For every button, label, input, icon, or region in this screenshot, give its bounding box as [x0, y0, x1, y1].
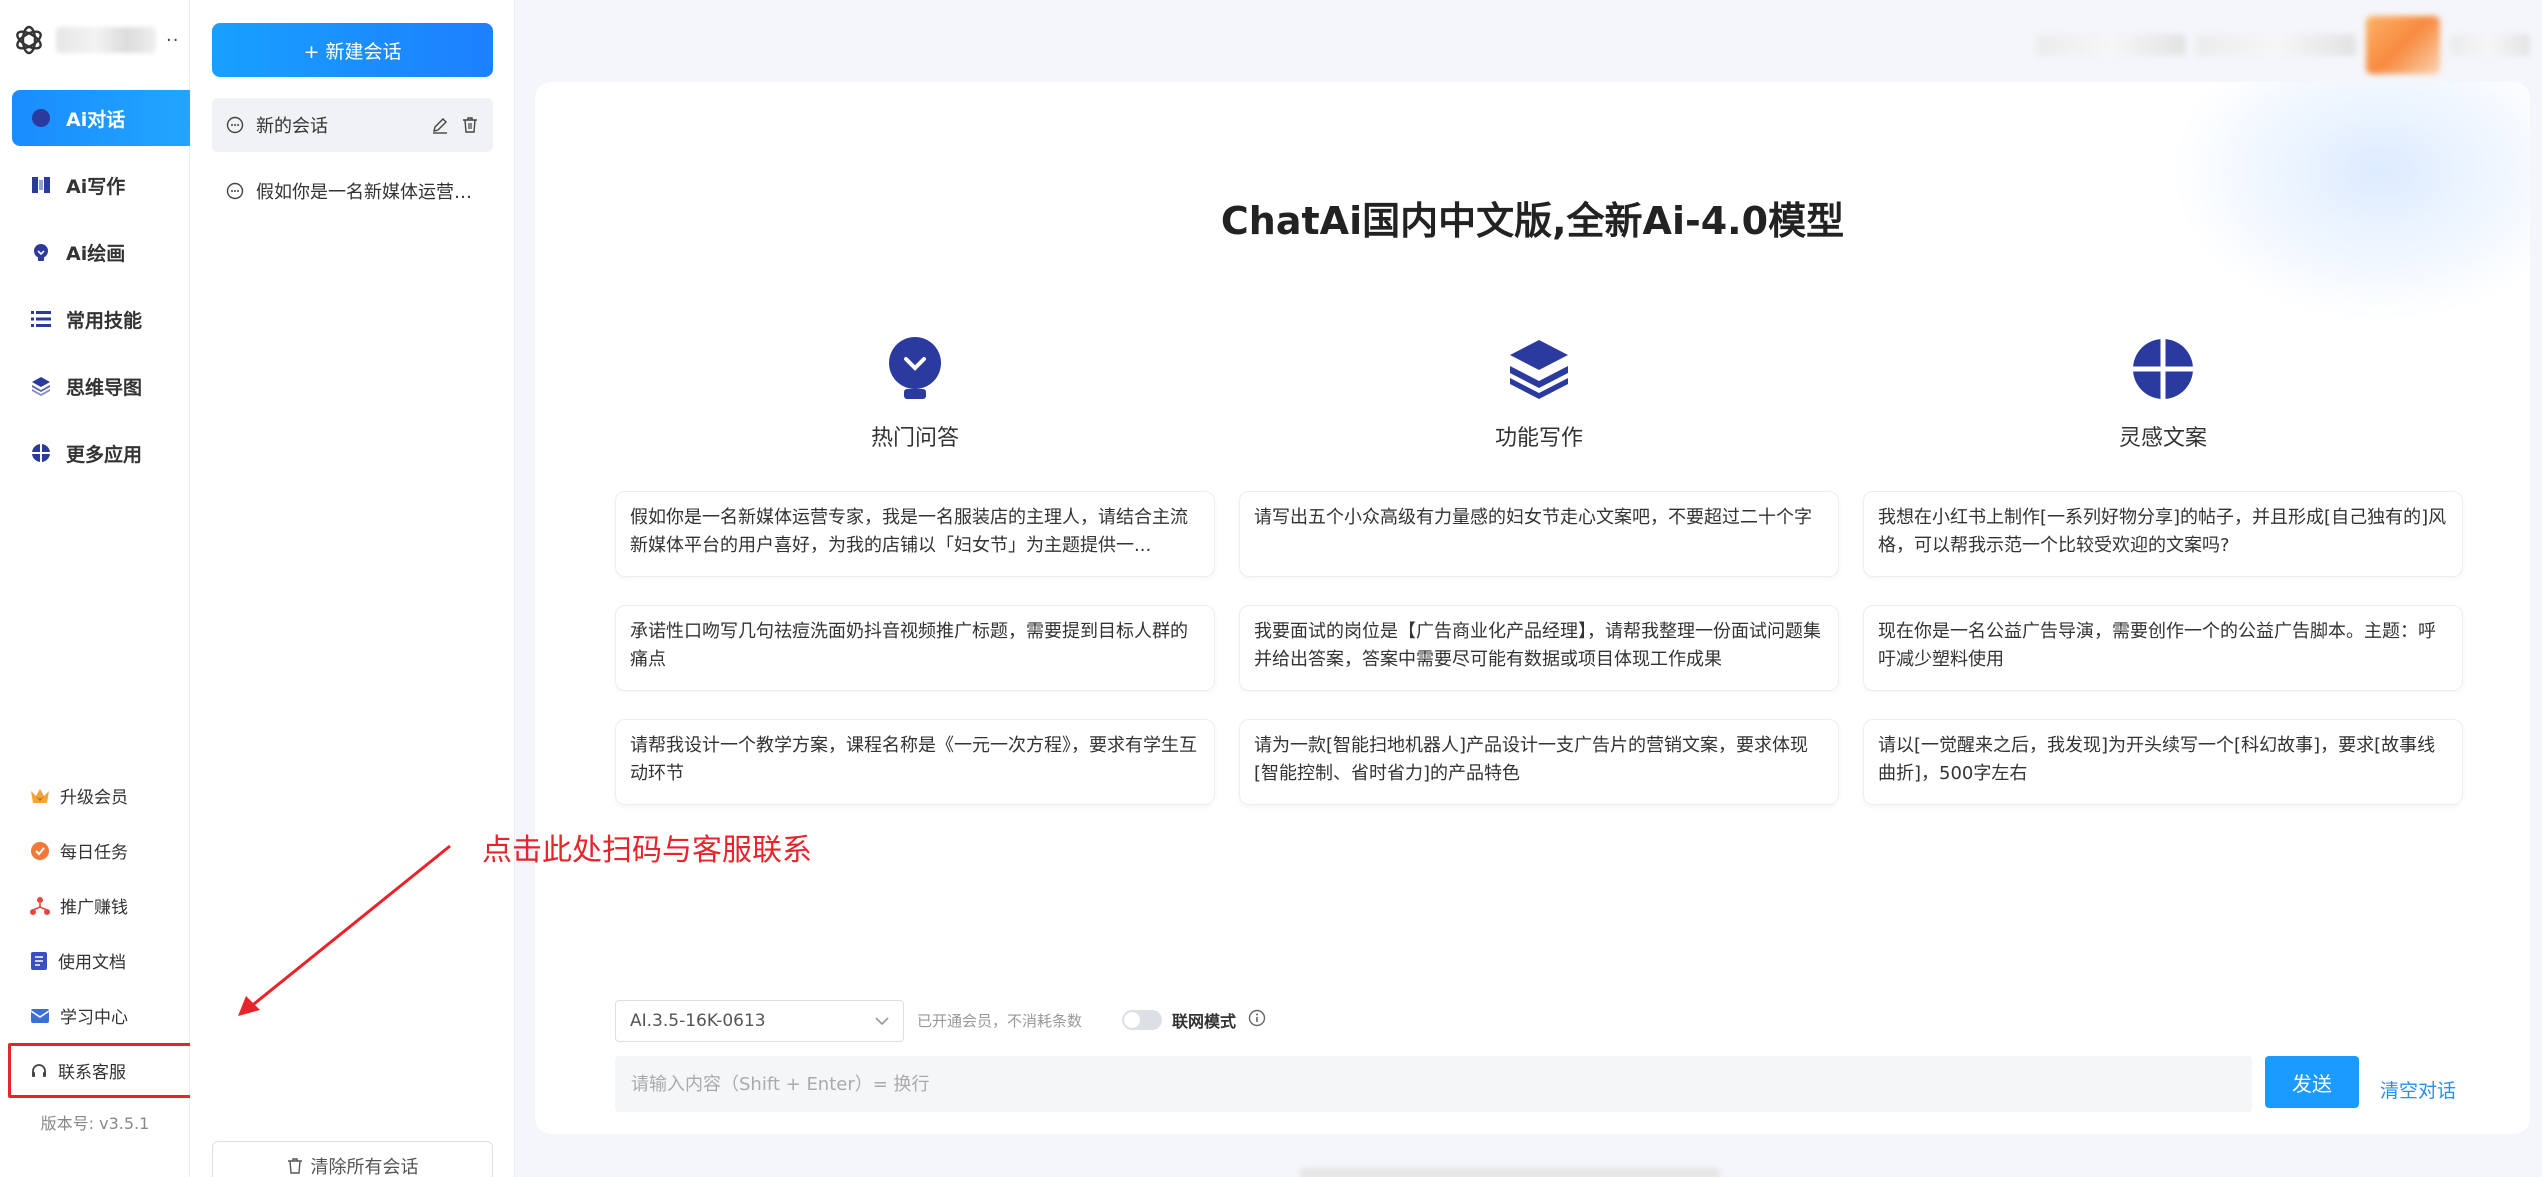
brand-name-blurred [56, 27, 156, 53]
user-area-blurred[interactable] [2036, 16, 2530, 74]
nav-learning-center[interactable]: 学习中心 [8, 988, 188, 1043]
prompt-card[interactable]: 我要面试的岗位是【广告商业化产品经理】，请帮我整理一份面试问题集并给出答案，答案… [1239, 605, 1839, 691]
nav-referral[interactable]: 推广赚钱 [8, 878, 188, 933]
column-inspiration-copy: 灵感文案 [1863, 338, 2463, 452]
column-header: 功能写作 [1239, 338, 1839, 452]
nav-item-ai-drawing[interactable]: Ai绘画 [12, 224, 220, 280]
nav-bottom-label: 升级会员 [60, 788, 128, 808]
column-header: 热门问答 [615, 337, 1215, 452]
nav-item-label: Ai写作 [66, 175, 126, 198]
chat-bubble-icon [226, 182, 244, 200]
more-icon[interactable]: ·· [166, 30, 179, 51]
session-item[interactable]: 新的会话 [212, 98, 493, 152]
edit-icon[interactable] [431, 116, 449, 134]
layers-icon [30, 375, 52, 397]
nav-bottom-list: 升级会员 每日任务 推广赚钱 使用文档 学习中心 联系客服 [8, 768, 193, 1098]
member-note: 已开通会员，不消耗条数 [917, 1012, 1083, 1030]
net-mode-label: 联网模式 [1172, 1012, 1237, 1031]
brand[interactable]: ·· [12, 20, 179, 60]
nav-item-ai-writing[interactable]: Ai写作 [12, 157, 220, 213]
model-select-value: AI.3.5-16K-0613 [630, 1011, 766, 1031]
crown-icon [31, 788, 49, 803]
blurred-info [2036, 34, 2186, 56]
trash-icon [287, 1158, 302, 1174]
layers-icon [1508, 338, 1570, 400]
net-mode-toggle[interactable] [1122, 1010, 1162, 1030]
column-heading: 热门问答 [870, 426, 959, 451]
nav-list: Ai对话 Ai写作 Ai绘画 常用技能 思维导图 更多应用 [12, 90, 220, 492]
model-select[interactable]: AI.3.5-16K-0613 [615, 1000, 904, 1042]
nav-bottom-label: 推广赚钱 [60, 898, 128, 918]
list-icon [30, 308, 52, 330]
info-icon[interactable] [1248, 1009, 1266, 1027]
column-heading: 功能写作 [1494, 426, 1583, 451]
lightbulb-icon [884, 337, 946, 400]
nav-docs[interactable]: 使用文档 [8, 933, 188, 988]
globe-icon [2132, 338, 2194, 400]
chat-bubble-icon [226, 116, 244, 134]
logo-icon [16, 25, 42, 55]
nav-bottom-label: 每日任务 [60, 843, 128, 863]
prompt-card[interactable]: 假如你是一名新媒体运营专家，我是一名服装店的主理人，请结合主流新媒体平台的用户喜… [615, 491, 1215, 577]
prompt-card[interactable]: 请为一款[智能扫地机器人]产品设计一支广告片的营销文案，要求体现[智能控制、省时… [1239, 719, 1839, 805]
nav-daily-task[interactable]: 每日任务 [8, 823, 188, 878]
task-badge-icon [31, 841, 49, 860]
nav-item-label: Ai绘画 [66, 242, 126, 265]
clear-all-label: 清除所有会话 [310, 1157, 419, 1177]
nav-upgrade-member[interactable]: 升级会员 [8, 768, 188, 823]
chat-input[interactable] [615, 1056, 2252, 1112]
nav-item-more-apps[interactable]: 更多应用 [12, 425, 220, 481]
avatar[interactable] [2366, 16, 2440, 74]
nav-item-label: Ai对话 [66, 108, 126, 131]
nav-item-label: 更多应用 [66, 443, 143, 466]
new-session-button[interactable]: + 新建会话 [212, 23, 493, 77]
main-panel: ChatAi国内中文版,全新Ai-4.0模型 热门问答 假如你是一名新媒体运营专… [535, 82, 2530, 1134]
clear-all-sessions-button[interactable]: 清除所有会话 [212, 1141, 493, 1177]
column-header: 灵感文案 [1863, 338, 2463, 452]
column-function-writing: 功能写作 [1239, 338, 1839, 452]
session-title: 假如你是一名新媒体运营专家，我是一名服装店的主理人 [256, 182, 493, 203]
nav-item-label: 思维导图 [66, 376, 143, 399]
document-icon [31, 951, 47, 970]
mail-icon [30, 1008, 50, 1023]
blurred-info [2196, 34, 2356, 56]
nav-item-mindmap[interactable]: 思维导图 [12, 358, 220, 414]
delete-icon[interactable] [461, 116, 479, 134]
prompt-card[interactable]: 请以[一觉醒来之后，我发现]为开头续写一个[科幻故事]，要求[故事线曲折]，50… [1863, 719, 2463, 805]
chevron-down-icon [875, 1017, 889, 1026]
page-title: ChatAi国内中文版,全新Ai-4.0模型 [1220, 199, 1845, 243]
session-item[interactable]: 假如你是一名新媒体运营专家，我是一名服装店的主理人 [212, 164, 493, 218]
network-icon [30, 896, 50, 915]
left-nav: ·· Ai对话 Ai写作 Ai绘画 常用技能 思维导图 更多应用 升级会员 每日… [0, 0, 220, 1177]
prompt-card[interactable]: 请帮我设计一个教学方案，课程名称是《一元一次方程》，要求有学生互动环节 [615, 719, 1215, 805]
nav-item-ai-chat[interactable]: Ai对话 [12, 90, 220, 146]
prompt-card[interactable]: 我想在小红书上制作[一系列好物分享]的帖子，并且形成[自己独有的]风格，可以帮我… [1863, 491, 2463, 577]
headset-icon [32, 1063, 46, 1077]
nav-item-label: 常用技能 [66, 309, 143, 332]
lightbulb-icon [30, 241, 52, 263]
version-label: 版本号: v3.5.1 [40, 1114, 150, 1133]
send-button[interactable]: 发送 [2265, 1056, 2359, 1108]
nav-item-skills[interactable]: 常用技能 [12, 291, 220, 347]
column-hot-qa: 热门问答 [615, 337, 1215, 452]
blurred-username [2450, 34, 2530, 56]
nav-bottom-label: 联系客服 [58, 1063, 126, 1083]
column-heading: 灵感文案 [2118, 426, 2207, 451]
annotation-text: 点击此处扫码与客服联系 [482, 833, 812, 868]
annotation-arrow-icon [238, 844, 451, 1016]
prompt-card[interactable]: 现在你是一名公益广告导演，需要创作一个的公益广告脚本。主题：呼吁减少塑料使用 [1863, 605, 2463, 691]
nav-bottom-label: 学习中心 [60, 1008, 128, 1028]
prompt-card[interactable]: 请写出五个小众高级有力量感的妇女节走心文案吧，不要超过二十个字 [1239, 491, 1839, 577]
footer-blurred [1300, 1168, 1720, 1177]
session-title: 新的会话 [256, 116, 328, 137]
nav-contact-support[interactable]: 联系客服 [8, 1043, 193, 1098]
nav-bottom-label: 使用文档 [58, 953, 126, 973]
chat-bubble-icon [30, 107, 52, 129]
grid-circle-icon [30, 442, 52, 464]
book-icon [30, 174, 52, 196]
prompt-card[interactable]: 承诺性口吻写几句祛痘洗面奶抖音视频推广标题，需要提到目标人群的痛点 [615, 605, 1215, 691]
clear-chat-link[interactable]: 清空对话 [2380, 1076, 2456, 1103]
